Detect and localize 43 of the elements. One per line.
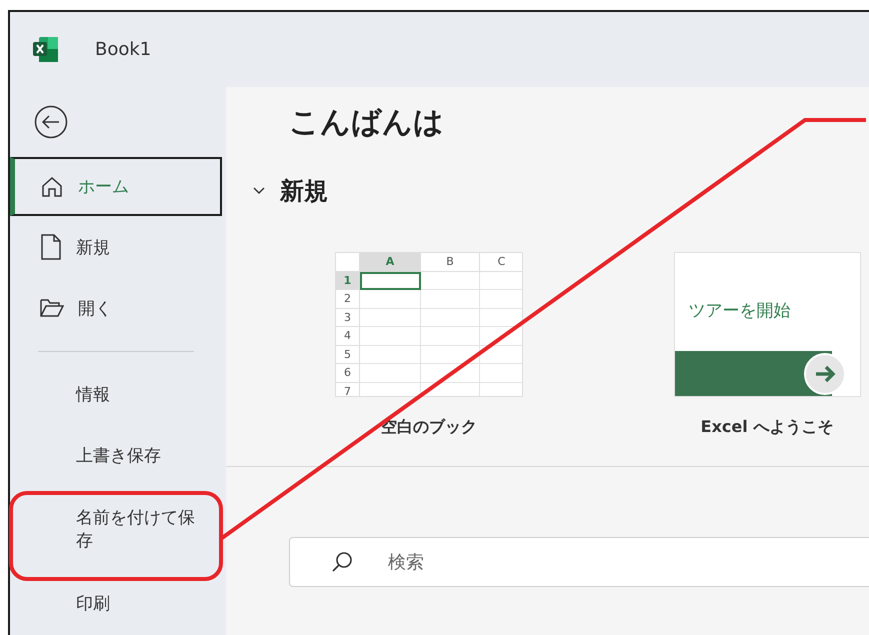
row-header: 7	[336, 382, 360, 396]
row-header: 3	[336, 308, 360, 327]
search-icon	[331, 551, 353, 573]
section-toggle[interactable]: 新規	[252, 175, 328, 207]
sidebar-item[interactable]: 新規	[10, 216, 222, 278]
grid-cell	[360, 327, 421, 346]
sidebar-item[interactable]: 印刷	[10, 574, 222, 635]
sidebar-item[interactable]: ホーム	[10, 157, 222, 216]
row-header: 1	[336, 272, 360, 290]
tour-text: ツアーを開始	[688, 300, 792, 322]
back-button[interactable]	[34, 105, 68, 140]
row-header: 6	[336, 364, 360, 382]
sidebar-item[interactable]: 開く	[10, 278, 222, 339]
template-label[interactable]: Excel へようこそ	[700, 417, 834, 438]
grid-cell	[360, 290, 421, 308]
grid-cell	[360, 364, 421, 382]
column-header: A	[360, 253, 421, 272]
window-title: Book1	[95, 39, 152, 60]
spreadsheet-logo-icon	[33, 37, 58, 62]
grid-cell	[421, 346, 480, 364]
column-header: B	[421, 253, 480, 272]
document-icon	[40, 234, 62, 260]
grid-cell	[421, 308, 480, 327]
grid-cell	[360, 346, 421, 364]
greeting-heading: こんばんは	[289, 104, 445, 142]
row-header: 2	[336, 290, 360, 308]
corner-cell	[336, 253, 360, 272]
grid-cell	[360, 272, 421, 290]
row-header: 5	[336, 346, 360, 364]
tour-thumbnail[interactable]: ツアーを開始	[674, 252, 860, 397]
row-header: 4	[336, 327, 360, 346]
grid-cell	[421, 364, 480, 382]
grid-cell	[421, 272, 480, 290]
grid-cell	[360, 308, 421, 327]
folder-icon	[40, 298, 64, 318]
sidebar-item[interactable]: 情報	[10, 364, 222, 426]
grid-cell	[421, 290, 480, 308]
sidebar-item[interactable]: 上書き保存	[10, 426, 222, 487]
home-icon	[40, 174, 64, 199]
sidebar-item[interactable]: 名前を付けて保存	[10, 486, 222, 574]
search-field[interactable]: 検索	[289, 537, 869, 587]
blank-workbook-thumbnail[interactable]: A B C 1 2 3 4 5 6 7	[335, 252, 523, 397]
grid-cell	[421, 327, 480, 346]
